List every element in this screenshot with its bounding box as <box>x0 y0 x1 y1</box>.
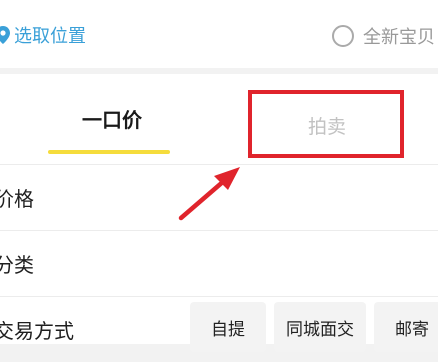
annotation-highlight-box <box>248 90 404 158</box>
price-row[interactable]: 价格 › <box>0 164 438 230</box>
radio-unchecked-icon[interactable] <box>332 25 354 47</box>
category-row[interactable]: 分类 › <box>0 230 438 296</box>
trade-option-local-meetup[interactable]: 同城面交 <box>274 302 366 352</box>
brand-new-label: 全新宝贝 <box>363 27 435 48</box>
category-label: 分类 <box>0 253 34 277</box>
trade-option-mail[interactable]: 邮寄 <box>374 302 438 352</box>
top-bar: 选取位置 全新宝贝 <box>0 0 438 68</box>
select-location-label: 选取位置 <box>14 26 86 47</box>
price-label: 价格 <box>0 187 34 211</box>
trade-option-pickup[interactable]: 自提 <box>190 302 266 352</box>
location-pin-icon <box>0 26 10 44</box>
active-tab-indicator <box>48 150 170 154</box>
brand-new-option[interactable]: 全新宝贝 <box>332 22 435 50</box>
select-location-button[interactable]: 选取位置 <box>0 22 86 48</box>
tab-fixed-price[interactable]: 一口价 <box>52 104 172 133</box>
trade-method-label: 交易方式 <box>0 319 74 343</box>
